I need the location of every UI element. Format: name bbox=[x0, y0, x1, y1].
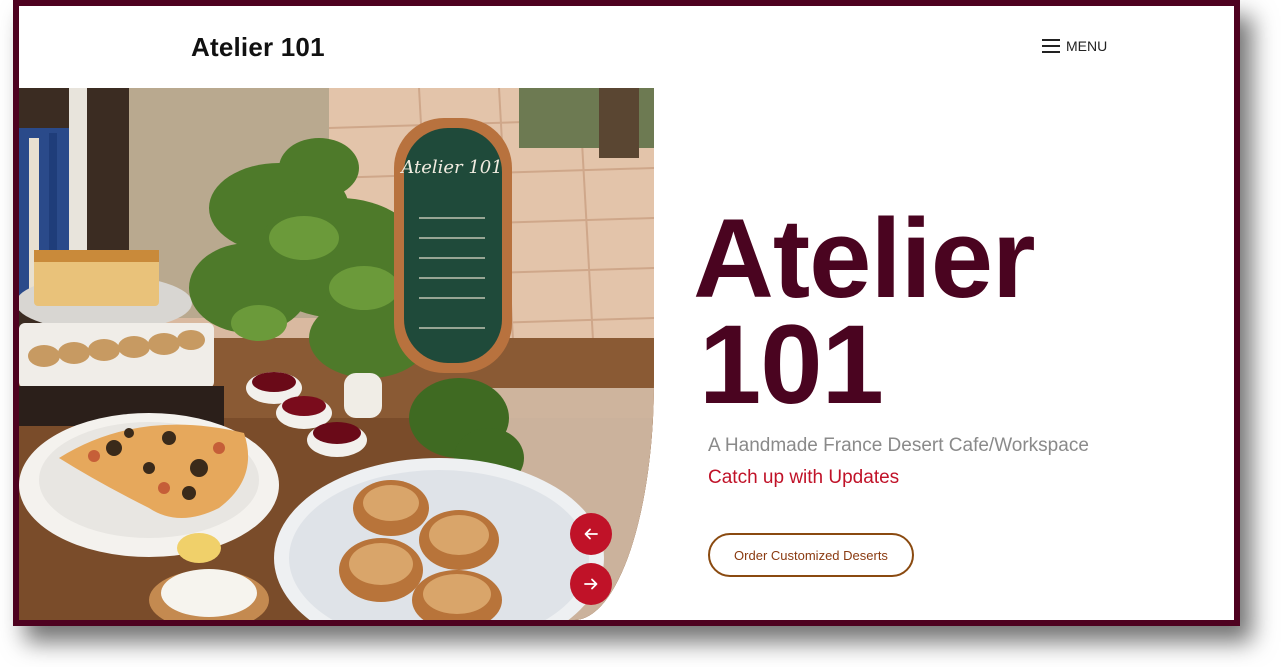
window-frame: Atelier 101 MENU Atelier 101 Atelier 101… bbox=[13, 0, 1240, 626]
hero-image: Atelier 101 bbox=[19, 88, 654, 620]
signboard-text: Atelier 101 bbox=[399, 157, 502, 178]
hero-title: Atelier 101 bbox=[693, 203, 1036, 427]
arrow-right-icon bbox=[584, 578, 598, 590]
order-customized-deserts-button[interactable]: Order Customized Deserts bbox=[708, 533, 914, 577]
updates-link[interactable]: Catch up with Updates bbox=[708, 467, 899, 489]
menu-button[interactable]: MENU bbox=[1042, 38, 1107, 54]
hero-title-line2: 101 bbox=[699, 302, 884, 427]
menu-label: MENU bbox=[1066, 38, 1108, 54]
slider-prev-button[interactable] bbox=[570, 513, 612, 555]
site-logo[interactable]: Atelier 101 bbox=[191, 32, 325, 63]
page: Atelier 101 MENU Atelier 101 Atelier 101… bbox=[19, 6, 1234, 620]
slider-next-button[interactable] bbox=[570, 563, 612, 605]
arrow-left-icon bbox=[584, 528, 598, 540]
hamburger-icon bbox=[1042, 39, 1060, 53]
hero-subtitle: A Handmade France Desert Cafe/Workspace bbox=[708, 435, 1089, 456]
